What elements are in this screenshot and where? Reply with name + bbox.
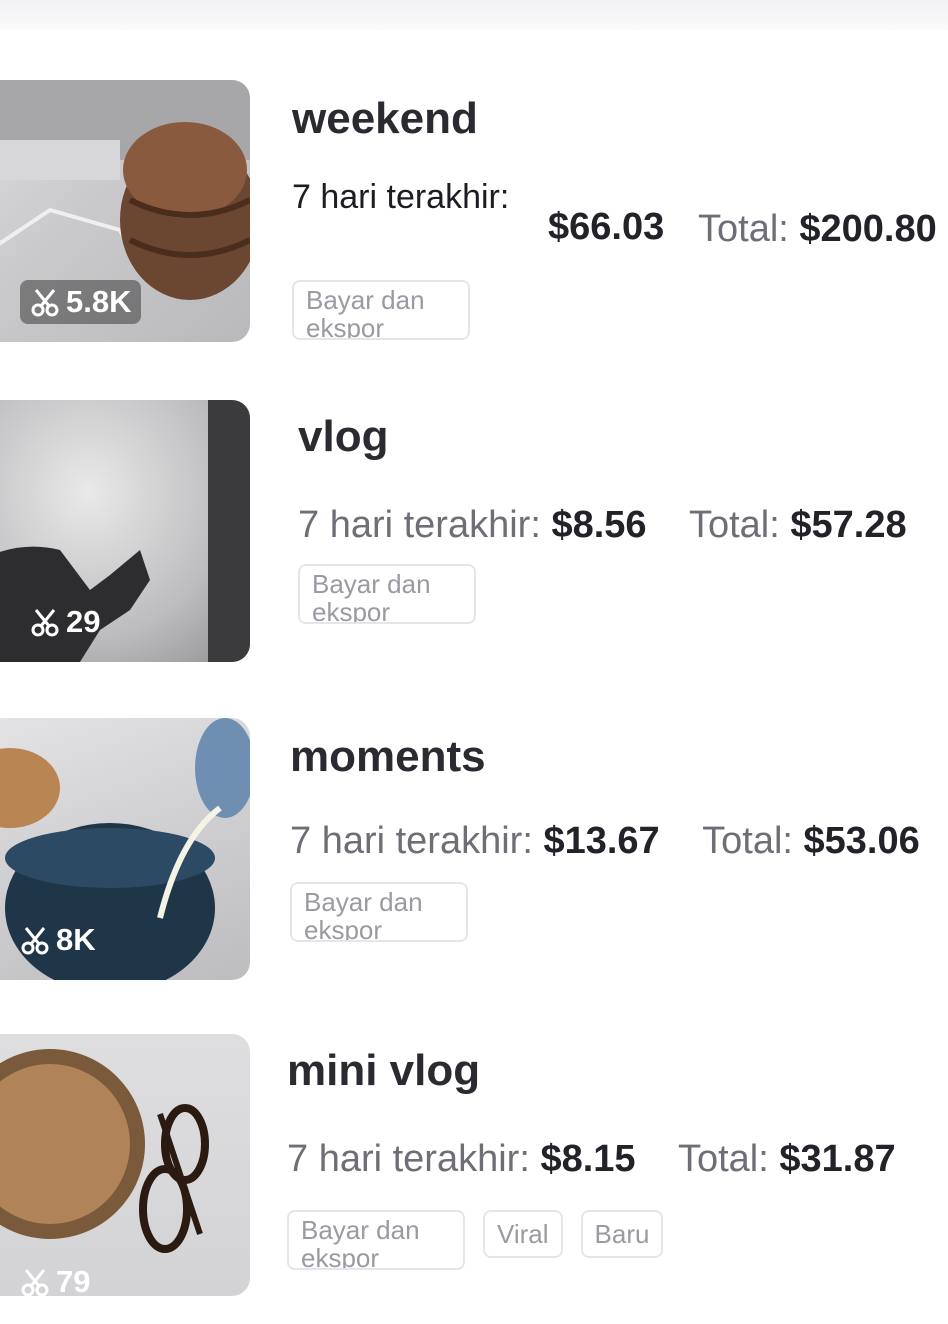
template-title: mini vlog — [287, 1046, 481, 1095]
scissors-icon — [20, 925, 50, 955]
total-stat: Total: $200.80 — [698, 208, 937, 251]
thumbnail-image — [0, 1049, 209, 1253]
template-thumbnail[interactable]: 29 — [0, 400, 250, 662]
stats-line: 7 hari terakhir: $8.56 Total: $57.28 — [298, 504, 907, 547]
tag-pay-export: Bayar dan ekspor — [287, 1210, 465, 1270]
stats-line: 7 hari terakhir: $8.15 Total: $31.87 — [287, 1138, 896, 1181]
template-thumbnail[interactable]: 5.8K — [0, 80, 250, 342]
last7-label: 7 hari terakhir: — [298, 504, 541, 546]
total-value: $200.80 — [799, 208, 937, 250]
uses-badge: 5.8K — [20, 280, 142, 324]
template-item[interactable]: 5.8K weekend 7 hari terakhir: $66.03 Tot… — [0, 80, 948, 370]
last7-amount: $66.03 — [548, 206, 665, 248]
tag-list: Bayar dan ekspor — [292, 280, 470, 340]
last7-value: $8.56 — [551, 504, 647, 546]
template-item[interactable]: 29 vlog 7 hari terakhir: $8.56 Total: $5… — [0, 400, 948, 690]
total-label: Total: — [677, 1138, 769, 1180]
tag-list: Bayar dan ekspor — [290, 882, 468, 942]
template-item[interactable]: 8K moments 7 hari terakhir: $13.67 Total… — [0, 718, 948, 1008]
total-label: Total: — [688, 504, 780, 546]
uses-count: 5.8K — [66, 284, 132, 319]
tag-pay-export: Bayar dan ekspor — [298, 564, 476, 624]
template-thumbnail[interactable]: 8K — [0, 718, 250, 980]
top-bar — [0, 0, 948, 30]
uses-count: 29 — [66, 604, 101, 639]
template-title: moments — [290, 732, 486, 781]
uses-badge: 8K — [10, 918, 106, 962]
template-title: weekend — [292, 94, 478, 143]
template-title: vlog — [298, 412, 389, 461]
tag-pay-export: Bayar dan ekspor — [292, 280, 470, 340]
uses-badge: 29 — [20, 600, 110, 644]
total-value: $53.06 — [803, 820, 920, 862]
total-value: $57.28 — [790, 504, 907, 546]
total-value: $31.87 — [779, 1138, 896, 1180]
tag-pay-export: Bayar dan ekspor — [290, 882, 468, 942]
uses-badge: 79 — [10, 1260, 100, 1296]
scissors-icon — [30, 607, 60, 637]
last7-label: 7 hari terakhir: — [292, 178, 510, 216]
template-item[interactable]: 79 mini vlog 7 hari terakhir: $8.15 Tota… — [0, 1034, 948, 1324]
scissors-icon — [20, 1267, 50, 1296]
uses-count: 8K — [56, 922, 96, 957]
total-label: Total: — [698, 208, 789, 250]
tag-new: Baru — [580, 1210, 664, 1258]
template-thumbnail[interactable]: 79 — [0, 1034, 250, 1296]
last7-value: $8.15 — [540, 1138, 636, 1180]
stats-line: 7 hari terakhir: $13.67 Total: $53.06 — [290, 820, 920, 863]
total-label: Total: — [702, 820, 793, 862]
last7-label: 7 hari terakhir: — [290, 820, 533, 862]
tag-list: Bayar dan ekspor — [298, 564, 476, 624]
last7-value: $66.03 — [548, 206, 664, 249]
last7-label: 7 hari terakhir: — [287, 1138, 530, 1180]
tag-list: Bayar dan ekspor Viral Baru — [287, 1210, 664, 1270]
uses-count: 79 — [56, 1264, 91, 1296]
tag-viral: Viral — [483, 1210, 563, 1258]
scissors-icon — [30, 287, 60, 317]
last7-value: $13.67 — [543, 820, 660, 862]
